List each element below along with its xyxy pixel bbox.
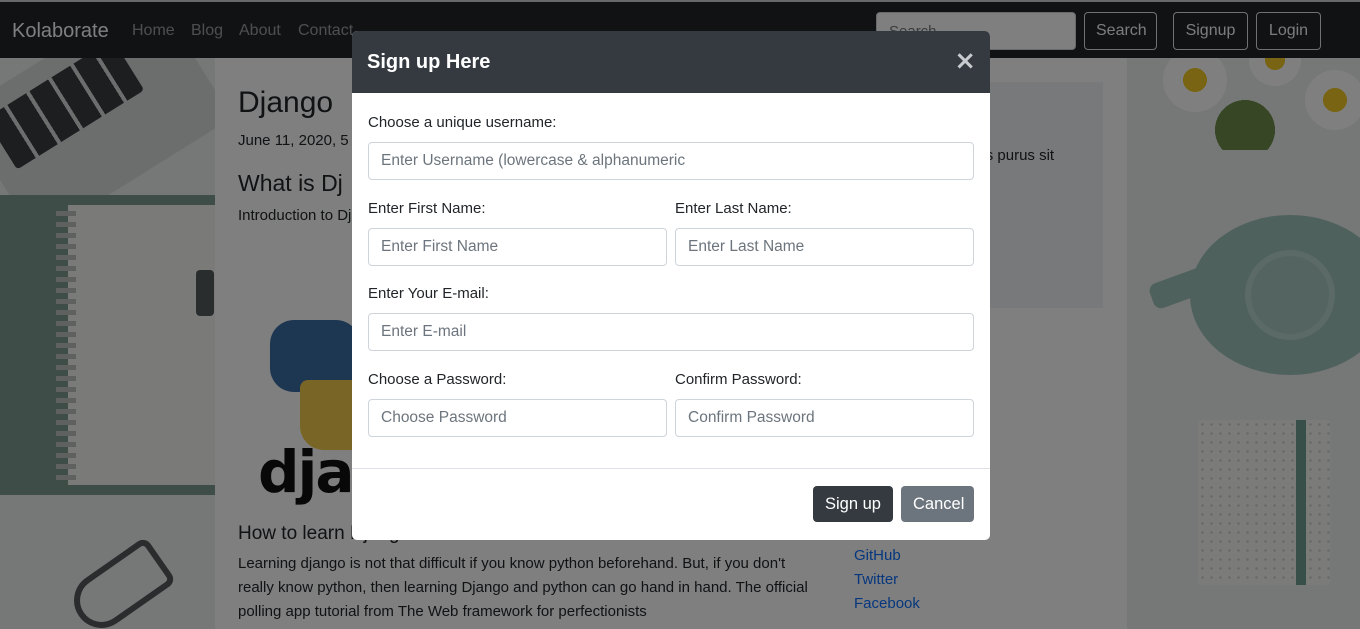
password-input[interactable] bbox=[368, 399, 667, 437]
modal-title: Sign up Here bbox=[367, 51, 491, 73]
signup-modal: Sign up Here × Choose a unique username:… bbox=[352, 31, 990, 540]
confirm-password-label: Confirm Password: bbox=[675, 371, 802, 388]
username-label: Choose a unique username: bbox=[368, 114, 557, 131]
first-name-input[interactable] bbox=[368, 228, 667, 266]
email-label: Enter Your E-mail: bbox=[368, 285, 489, 302]
first-name-label: Enter First Name: bbox=[368, 200, 486, 217]
username-input[interactable] bbox=[368, 142, 974, 180]
last-name-label: Enter Last Name: bbox=[675, 200, 792, 217]
modal-header: Sign up Here × bbox=[352, 31, 990, 93]
close-icon[interactable]: × bbox=[954, 47, 976, 75]
email-input[interactable] bbox=[368, 313, 974, 351]
confirm-password-input[interactable] bbox=[675, 399, 974, 437]
modal-footer-divider bbox=[352, 468, 990, 469]
password-label: Choose a Password: bbox=[368, 371, 507, 388]
last-name-input[interactable] bbox=[675, 228, 974, 266]
cancel-button[interactable]: Cancel bbox=[901, 486, 974, 522]
signup-submit-button[interactable]: Sign up bbox=[813, 486, 893, 522]
